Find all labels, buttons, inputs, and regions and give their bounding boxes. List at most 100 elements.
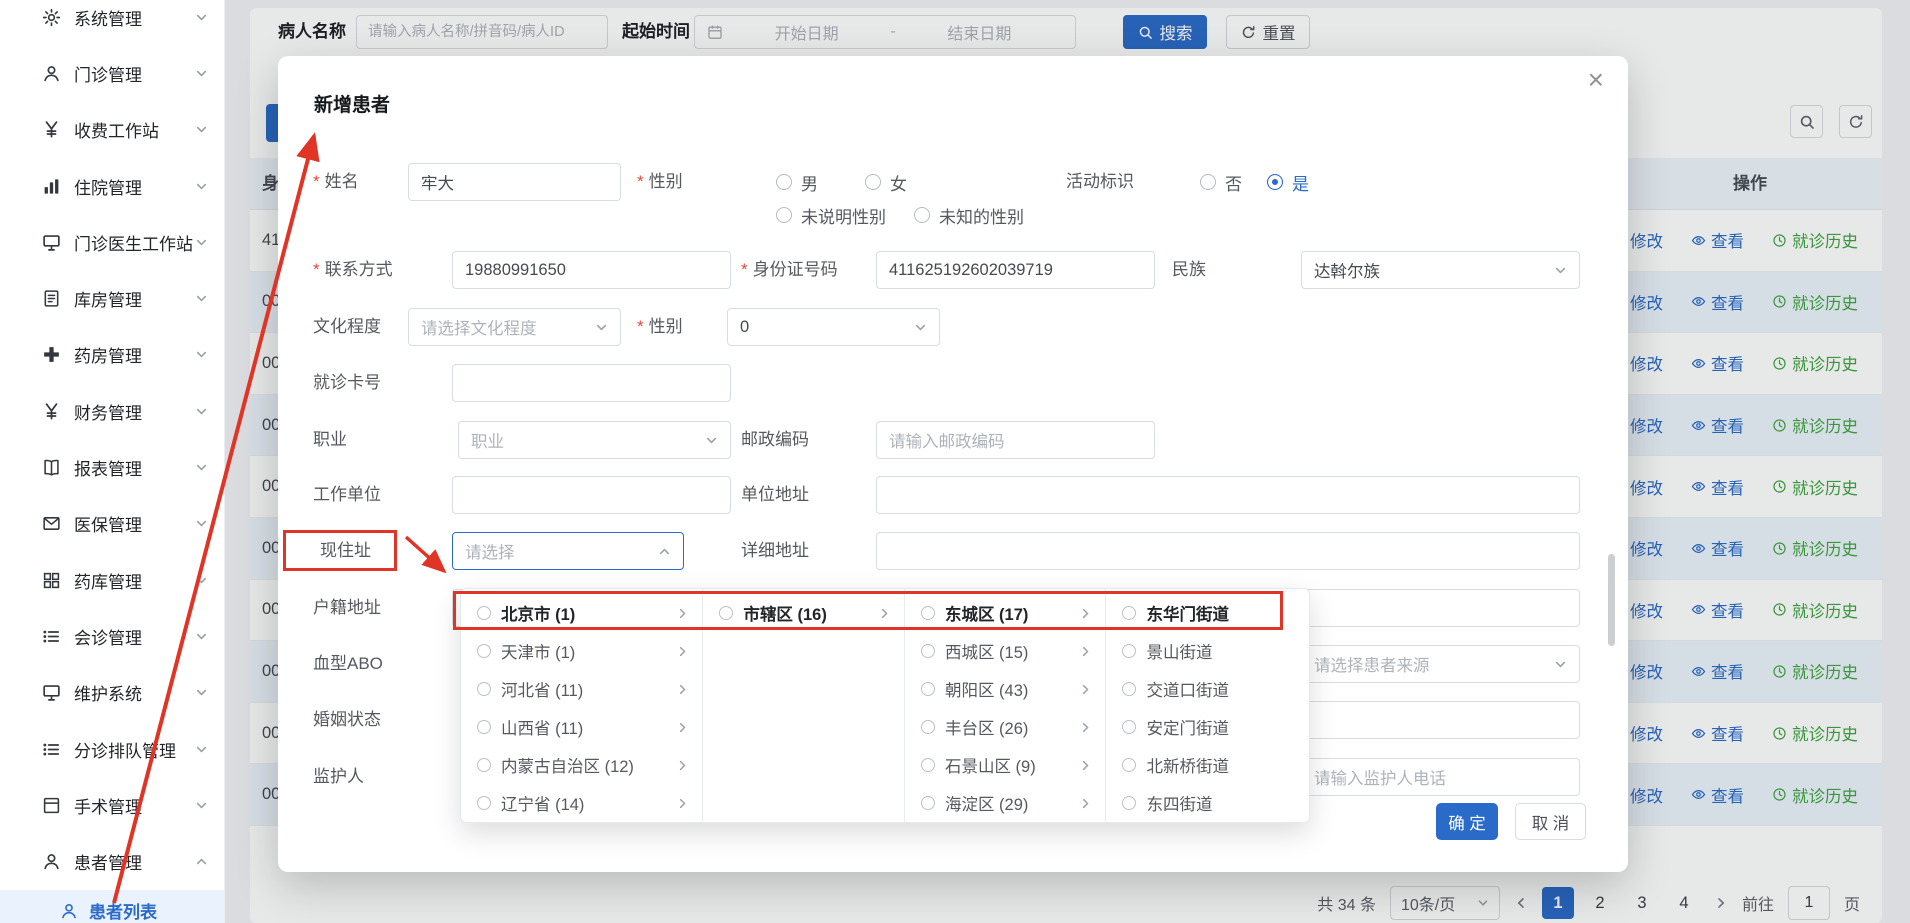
gender-code-value: 0 [740,318,749,337]
modal-scrollbar[interactable] [1608,554,1615,646]
sidebar-item[interactable]: 库房管理 [0,270,224,326]
patient-source-placeholder: 请选择患者来源 [1314,652,1430,676]
cascader-option[interactable]: 辽宁省 (14) [461,784,702,822]
cascader-option[interactable]: 西城区 (15) [905,632,1106,670]
sidebar-item[interactable]: 收费工作站 [0,102,224,158]
cascader-option[interactable]: 交道口街道 [1106,670,1309,708]
sidebar-item[interactable]: 门诊管理 [0,45,224,101]
guardian-phone-input[interactable]: 请输入监护人电话 [1301,758,1580,796]
active-flag-radio-no[interactable]: 否 [1200,170,1242,194]
patient-source-select[interactable]: 请选择患者来源 [1301,645,1580,683]
cascader-option[interactable]: 北京市 (1) [461,594,702,632]
blood-type-label: 血型ABO [313,645,383,683]
visit-card-input[interactable] [452,364,731,402]
cascader-option[interactable]: 景山街道 [1106,632,1309,670]
sidebar-item-label: 分诊排队管理 [74,737,195,762]
radio-label: 未说明性别 [801,203,886,228]
radio-icon [921,606,935,620]
chevron-down-icon [195,67,208,80]
household-detail-input[interactable] [1301,589,1580,627]
detail-address-input[interactable] [876,532,1580,570]
gender-radio-female[interactable]: 女 [865,170,907,194]
detail-address-label: 详细地址 [741,532,809,570]
current-address-cascader[interactable]: 请选择 [452,532,684,570]
occupation-label: 职业 [313,421,347,459]
cascader-option[interactable]: 朝阳区 (43) [905,670,1106,708]
visit-card-label: 就诊卡号 [313,364,381,402]
postal-code-input[interactable]: 请输入邮政编码 [876,421,1155,459]
cascader-option-label: 辽宁省 (14) [501,791,666,815]
chevron-down-icon [195,236,208,249]
chevron-down-icon [1554,264,1567,277]
gender-radio-unknown[interactable]: 未知的性别 [914,203,1024,227]
chevron-right-icon [1079,607,1092,620]
education-select[interactable]: 请选择文化程度 [408,308,621,346]
cascader-option[interactable]: 北新桥街道 [1106,746,1309,784]
cascader-option-label: 海淀区 (29) [945,791,1070,815]
cascader-option[interactable]: 安定门街道 [1106,708,1309,746]
chevron-down-icon [195,180,208,193]
sidebar-item[interactable]: 手术管理 [0,777,224,833]
unit-address-input[interactable] [876,476,1580,514]
cascader-option[interactable]: 丰台区 (26) [905,708,1106,746]
confirm-button[interactable]: 确 定 [1436,803,1498,840]
sidebar-item[interactable]: 财务管理 [0,383,224,439]
chevron-up-icon [658,545,671,558]
sidebar-item[interactable]: 住院管理 [0,158,224,214]
sidebar-item-label: 维护系统 [74,680,195,705]
sidebar-item-label: 系统管理 [74,5,195,30]
user-icon [60,902,78,920]
cascader-column: 北京市 (1) 天津市 (1)河北省 (11) 山西省 (11) 内蒙古自治区 (12… [461,589,703,822]
id-number-input[interactable]: 411625192602039719 [876,251,1155,289]
active-flag-radio-yes[interactable]: 是 [1267,170,1309,194]
cascader-option[interactable]: 山西省 (11) [461,708,702,746]
cascader-option[interactable]: 东四街道 [1106,784,1309,822]
cascader-column: 东华门街道景山街道交道口街道安定门街道北新桥街道东四街道 [1106,589,1309,822]
cascader-option[interactable]: 内蒙古自治区 (12) [461,746,702,784]
sidebar-item[interactable]: 门诊医生工作站 [0,214,224,270]
sidebar-item[interactable]: 系统管理 [0,0,224,45]
cascader-option-label: 山西省 (11) [501,715,666,739]
cascader-option[interactable]: 河北省 (11) [461,670,702,708]
sidebar-subitem-patient-list[interactable]: 患者列表 [0,890,224,923]
radio-icon [1122,720,1136,734]
ethnicity-select[interactable]: 达斡尔族 [1301,251,1580,289]
cascader-option[interactable]: 市辖区 (16) [703,594,904,632]
radio-icon [865,174,881,190]
gender-radio-unstated[interactable]: 未说明性别 [776,203,886,227]
radio-selected-icon [1267,174,1283,190]
cancel-button[interactable]: 取 消 [1515,803,1586,840]
radio-icon [1200,174,1216,190]
work-unit-input[interactable] [452,476,731,514]
chevron-down-icon [595,321,608,334]
sidebar-item[interactable]: 会诊管理 [0,608,224,664]
cascader-option[interactable]: 海淀区 (29) [905,784,1106,822]
gender-radio-male[interactable]: 男 [776,170,818,194]
sidebar-item[interactable]: 维护系统 [0,665,224,721]
cascader-option[interactable]: 石景山区 (9) [905,746,1106,784]
sidebar-menu: 系统管理门诊管理收费工作站住院管理门诊医生工作站库房管理药房管理财务管理报表管理… [0,0,224,923]
close-icon[interactable]: × [1588,66,1604,94]
name-input[interactable]: 牢大 [408,163,621,201]
sidebar-item[interactable]: 药房管理 [0,327,224,383]
cascader-option[interactable]: 天津市 (1) [461,632,702,670]
sidebar-item[interactable]: 药库管理 [0,552,224,608]
app-root: 病人名称 请输入病人名称/拼音码/病人ID 起始时间 开始日期 - 结束日期 搜… [0,0,1910,923]
sidebar-item[interactable]: 医保管理 [0,496,224,552]
cascader-option[interactable]: 东华门街道 [1106,594,1309,632]
sidebar-item[interactable]: 分诊排队管理 [0,721,224,777]
contact-input[interactable]: 19880991650 [452,251,731,289]
cascader-column: 市辖区 (16) [703,589,905,822]
sidebar-item[interactable]: 报表管理 [0,439,224,495]
id-number-value: 411625192602039719 [889,261,1053,280]
gender-code-select[interactable]: 0 [727,308,940,346]
sidebar-item[interactable]: 患者管理 [0,833,224,889]
cascader-option[interactable]: 东城区 (17) [905,594,1106,632]
occupation-select[interactable]: 职业 [458,421,731,459]
cascader-option-label: 北京市 (1) [501,601,666,625]
work-unit-label: 工作单位 [313,476,381,514]
radio-icon [921,644,935,658]
radio-label: 男 [801,170,818,195]
marital-right-input[interactable] [1301,701,1580,739]
list-icon [42,740,61,759]
